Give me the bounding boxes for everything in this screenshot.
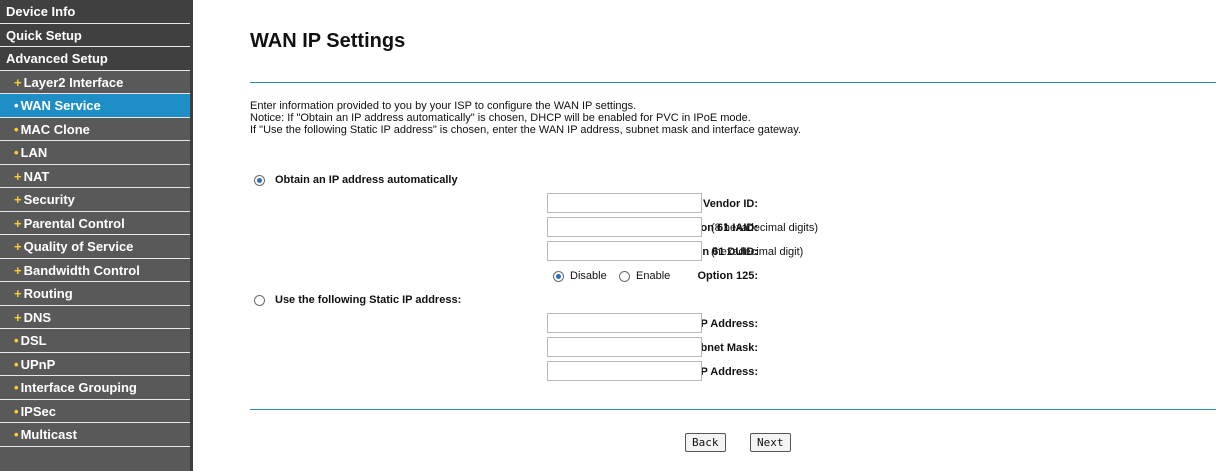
sidebar-nav: Device Info Quick Setup Advanced Setup +…	[0, 0, 193, 471]
sidebar-item-dsl[interactable]: • DSL	[0, 329, 190, 353]
sidebar-item-parental-control[interactable]: + Parental Control	[0, 212, 190, 235]
bullet-dot-icon: •	[14, 380, 19, 395]
option61-duid-input[interactable]	[547, 241, 702, 261]
sidebar-item-quality-of-service[interactable]: + Quality of Service	[0, 235, 190, 259]
description-line: Notice: If "Obtain an IP address automat…	[250, 112, 751, 124]
sidebar-item-label: Quality of Service	[23, 239, 134, 254]
wan-gateway-ip-input[interactable]	[547, 361, 702, 381]
sidebar-item-label: Bandwidth Control	[23, 262, 140, 278]
sidebar-item-upnp[interactable]: • UPnP	[0, 353, 190, 376]
sidebar-item-label: DNS	[23, 309, 52, 325]
sidebar-item-mac-clone[interactable]: • MAC Clone	[0, 118, 190, 141]
option125-disable-label: Disable	[570, 270, 607, 282]
obtain-auto-label: Obtain an IP address automatically	[275, 174, 458, 186]
expand-plus-icon: +	[14, 192, 22, 207]
expand-plus-icon: +	[14, 168, 22, 184]
sidebar-item-label: NAT	[23, 168, 50, 184]
expand-plus-icon: +	[14, 239, 22, 254]
description: Enter information provided to you by you…	[250, 100, 1190, 136]
sidebar-item-device-info[interactable]: Device Info	[0, 0, 190, 24]
bullet-dot-icon: •	[14, 333, 19, 348]
static-ip-radio[interactable]	[254, 295, 265, 306]
sidebar-item-quick-setup[interactable]: Quick Setup	[0, 23, 190, 47]
bullet-dot-icon: •	[14, 145, 19, 160]
next-button[interactable]: Next	[750, 433, 791, 452]
expand-plus-icon: +	[14, 286, 22, 301]
bullet-dot-icon: •	[14, 427, 19, 442]
option60-vendor-id-input[interactable]	[547, 193, 702, 213]
sidebar-item-label: Multicast	[20, 427, 77, 442]
sidebar-item-label: Parental Control	[23, 215, 125, 231]
sidebar-item-nat[interactable]: + NAT	[0, 165, 190, 188]
option125-enable-label: Enable	[636, 270, 671, 282]
sidebar-item-label: Routing	[23, 286, 73, 301]
sidebar-item-bandwidth-control[interactable]: + Bandwidth Control	[0, 259, 190, 282]
sidebar-item-wan-service[interactable]: • WAN Service	[0, 94, 190, 118]
sidebar-item-label: Advanced Setup	[6, 51, 108, 66]
sidebar-item-ipsec[interactable]: • IPSec	[0, 400, 190, 423]
obtain-auto-radio[interactable]	[254, 175, 265, 186]
sidebar-item-interface-grouping[interactable]: • Interface Grouping	[0, 376, 190, 400]
bottom-divider	[250, 409, 1216, 410]
option61-iaid-input[interactable]	[547, 217, 702, 237]
sidebar-item-label: Device Info	[6, 4, 76, 19]
bullet-dot-icon: •	[14, 356, 19, 372]
bullet-dot-icon: •	[14, 403, 19, 419]
sidebar-item-label: UPnP	[20, 356, 56, 372]
description-line: If "Use the following Static IP address"…	[250, 124, 801, 136]
page-title: WAN IP Settings	[250, 30, 406, 52]
bullet-dot-icon: •	[14, 98, 19, 113]
sidebar-item-label: LAN	[20, 145, 48, 160]
expand-plus-icon: +	[14, 309, 22, 325]
main-content: WAN IP Settings Enter information provid…	[228, 0, 1216, 471]
sidebar-item-label: Interface Grouping	[20, 380, 137, 395]
option61-iaid-hint: (8 hexadecimal digits)	[711, 222, 818, 234]
sidebar-item-multicast[interactable]: • Multicast	[0, 423, 190, 447]
wan-subnet-mask-input[interactable]	[547, 337, 702, 357]
sidebar-item-label: Quick Setup	[6, 27, 82, 43]
option61-duid-hint: (hexadecimal digit)	[711, 246, 804, 258]
sidebar-item-label: WAN Service	[20, 98, 101, 113]
description-line: Enter information provided to you by you…	[250, 100, 637, 112]
sidebar-item-layer2-interface[interactable]: + Layer2 Interface	[0, 71, 190, 94]
sidebar-item-label: IPSec	[20, 403, 56, 419]
expand-plus-icon: +	[14, 74, 22, 90]
sidebar-item-label: DSL	[20, 333, 47, 348]
expand-plus-icon: +	[14, 262, 22, 278]
sidebar-item-dns[interactable]: + DNS	[0, 306, 190, 329]
sidebar-item-security[interactable]: + Security	[0, 188, 190, 212]
sidebar-item-label: Security	[23, 192, 75, 207]
sidebar-item-label: MAC Clone	[20, 121, 90, 137]
sidebar-item-routing[interactable]: + Routing	[0, 282, 190, 306]
title-divider	[250, 82, 1216, 83]
bullet-dot-icon: •	[14, 121, 19, 137]
sidebar-item-label: Layer2 Interface	[23, 74, 124, 90]
option125-enable-radio[interactable]	[619, 271, 630, 282]
sidebar-item-lan[interactable]: • LAN	[0, 141, 190, 165]
option125-disable-radio[interactable]	[553, 271, 564, 282]
static-ip-label: Use the following Static IP address:	[275, 294, 462, 306]
sidebar-item-advanced-setup[interactable]: Advanced Setup	[0, 47, 190, 71]
wan-ip-address-input[interactable]	[547, 313, 702, 333]
back-button[interactable]: Back	[685, 433, 726, 452]
expand-plus-icon: +	[14, 215, 22, 231]
option125-label: Option 125:	[697, 270, 758, 282]
